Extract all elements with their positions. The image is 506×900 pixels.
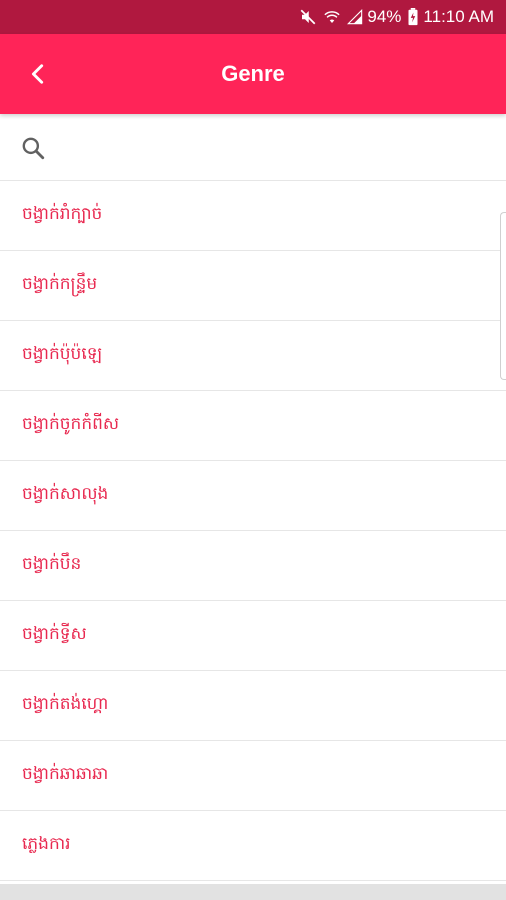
genre-label: ចង្វាក់ប៉ុប៉ឡេ [22, 344, 103, 364]
genre-item[interactable]: ចង្វាក់ចូកកំពីស [0, 391, 506, 461]
genre-item[interactable]: ចង្វាក់រាំក្បាច់ [0, 181, 506, 251]
genre-item[interactable]: ចង្វាក់ទ្វីស [0, 601, 506, 671]
back-button[interactable] [18, 54, 58, 94]
page-title: Genre [221, 61, 285, 86]
genre-item[interactable]: ចង្វាក់ប៉ុប៉ឡេ [0, 321, 506, 391]
search-bar[interactable] [0, 114, 506, 181]
genre-label: ចង្វាក់ចូកកំពីស [22, 414, 120, 434]
battery-icon [407, 8, 419, 26]
search-input[interactable] [62, 128, 486, 168]
mute-icon [299, 8, 317, 26]
app-bar: Genre [0, 34, 506, 114]
genre-label: ចង្វាក់រាំក្បាច់ [22, 204, 103, 224]
scrollbar-thumb[interactable] [500, 212, 506, 380]
genre-label: ចង្វាក់បឹន [22, 554, 82, 574]
genre-label: ចង្វាក់សាលុង [22, 484, 109, 504]
bottom-edge [0, 884, 506, 900]
signal-icon [347, 9, 363, 25]
chevron-left-icon [31, 64, 44, 84]
genre-item[interactable]: ចង្វាក់កន្ទ្រឹម [0, 251, 506, 321]
genre-item[interactable]: ភ្លេងការ [0, 811, 506, 881]
genre-label: ចង្វាក់តង់ហ្គោ [22, 694, 109, 714]
genre-label: ចង្វាក់ទ្វីស [22, 624, 87, 644]
genre-item[interactable]: ចង្វាក់សាលុង [0, 461, 506, 531]
genre-label: ចង្វាក់កន្ទ្រឹម [22, 274, 98, 294]
clock: 11:10 AM [423, 7, 494, 26]
status-bar: 94% 11:10 AM [0, 0, 506, 34]
genre-item[interactable]: ចង្វាក់បឹន [0, 531, 506, 601]
genre-item[interactable]: ចង្វាក់តង់ហ្គោ [0, 671, 506, 741]
battery-percent: 94% [367, 7, 402, 26]
genre-label: ភ្លេងការ [22, 834, 71, 854]
genre-list: ចង្វាក់រាំក្បាច់ ចង្វាក់កន្ទ្រឹម ចង្វាក់… [0, 181, 506, 881]
wifi-icon [323, 8, 341, 26]
search-icon[interactable] [20, 135, 46, 161]
genre-label: ចង្វាក់ឆាឆាឆា [22, 764, 109, 784]
genre-item[interactable]: ចង្វាក់ឆាឆាឆា [0, 741, 506, 811]
